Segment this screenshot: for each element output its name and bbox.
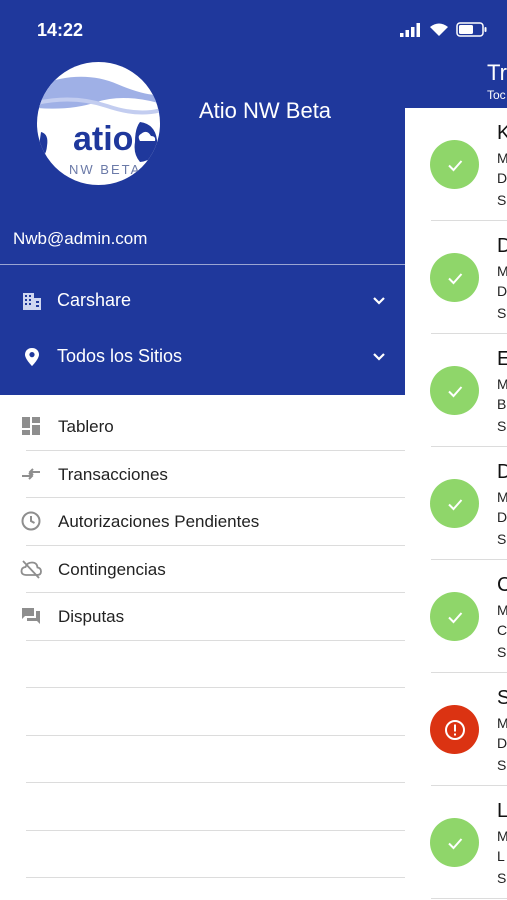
- transaction-row[interactable]: KMDS: [405, 108, 507, 221]
- drawer-header: 14:22 atio NW BETA Atio NW Beta Nwb@admi…: [0, 0, 405, 395]
- transaction-row[interactable]: DMDS: [405, 221, 507, 334]
- transaction-row[interactable]: LMLS: [405, 786, 507, 899]
- transaction-title: S: [497, 687, 507, 709]
- transaction-row[interactable]: DMDS: [405, 447, 507, 560]
- alert-status-icon: [430, 705, 479, 754]
- dashboard-icon: [20, 415, 42, 437]
- menu-item-label: Autorizaciones Pendientes: [58, 512, 260, 531]
- status-bar-icons: [400, 22, 488, 42]
- empty-row: [0, 831, 405, 879]
- transaction-line-2: D: [497, 509, 507, 525]
- signal-icon: [400, 22, 422, 42]
- transaction-row[interactable]: CMCS: [405, 560, 507, 673]
- chevron-down-icon: [372, 350, 386, 364]
- check-status-icon: [430, 366, 479, 415]
- transaction-line-3: S: [497, 531, 507, 547]
- transaction-line-3: S: [497, 192, 507, 208]
- transactions-list: KMDSDMDSEMBSDMDSCMCSSMDSLMLS: [405, 108, 507, 899]
- menu-item-autorizaciones-pendientes[interactable]: Autorizaciones Pendientes: [0, 498, 405, 546]
- menu-item-label: Disputas: [58, 607, 125, 626]
- menu-item-label: Contingencias: [58, 559, 166, 579]
- check-status-icon: [430, 479, 479, 528]
- menu-item-transacciones[interactable]: Transacciones: [0, 451, 405, 499]
- transaction-title: D: [497, 461, 507, 483]
- transaction-title: D: [497, 235, 507, 257]
- transaction-title: C: [497, 574, 507, 596]
- empty-row: [0, 736, 405, 784]
- empty-row: [0, 688, 405, 736]
- wifi-icon: [429, 22, 449, 42]
- menu-item-disputas[interactable]: Disputas: [0, 593, 405, 641]
- check-status-icon: [430, 592, 479, 641]
- transaction-line-2: D: [497, 283, 507, 299]
- transaction-line-3: S: [497, 305, 507, 321]
- transaction-line-2: B: [497, 396, 507, 412]
- transaction-line-1: M: [497, 263, 507, 279]
- transaction-line-1: M: [497, 715, 507, 731]
- transaction-line-1: M: [497, 489, 507, 505]
- site-selector-label: Todos los Sitios: [57, 346, 183, 366]
- company-selector-label: Carshare: [57, 290, 132, 310]
- transactions-title: Tr: [487, 60, 507, 85]
- transaction-line-2: D: [497, 170, 507, 186]
- transaction-line-2: C: [497, 622, 507, 638]
- location-pin-icon: [21, 346, 43, 368]
- empty-row: [0, 641, 405, 689]
- header-divider: [0, 264, 405, 265]
- check-status-icon: [430, 253, 479, 302]
- user-email: Nwb@admin.com: [13, 229, 148, 248]
- transaction-line-3: S: [497, 757, 507, 773]
- status-bar-time: 14:22: [37, 20, 84, 40]
- transaction-line-3: S: [497, 870, 507, 886]
- empty-row: [0, 783, 405, 831]
- menu-item-contingencias[interactable]: Contingencias: [0, 546, 405, 594]
- menu-item-label: Tablero: [58, 417, 114, 436]
- battery-icon: [456, 22, 488, 42]
- chat-icon: [20, 605, 42, 627]
- company-selector[interactable]: Carshare: [0, 278, 405, 324]
- app-name: Atio NW Beta: [199, 98, 332, 123]
- transactions-icon: [20, 463, 42, 485]
- building-icon: [21, 290, 43, 312]
- transaction-line-1: M: [497, 828, 507, 844]
- transaction-title: L: [497, 800, 507, 822]
- clock-icon: [20, 510, 42, 532]
- transaction-line-3: S: [497, 418, 507, 434]
- drawer-menu: Tablero Transacciones Autorizaciones Pen…: [0, 403, 405, 878]
- transaction-line-1: M: [497, 150, 507, 166]
- cloud-off-icon: [20, 558, 42, 580]
- transaction-title: K: [497, 122, 507, 144]
- transactions-subtitle: Toc: [487, 88, 506, 102]
- transaction-line-1: M: [497, 376, 507, 392]
- menu-item-tablero[interactable]: Tablero: [0, 403, 405, 451]
- app-logo: atio NW BETA: [37, 62, 160, 185]
- check-status-icon: [430, 818, 479, 867]
- menu-item-label: Transacciones: [58, 464, 168, 484]
- transaction-row[interactable]: SMDS: [405, 673, 507, 786]
- transaction-line-2: L: [497, 848, 505, 864]
- chevron-down-icon: [372, 294, 386, 308]
- check-status-icon: [430, 140, 479, 189]
- transaction-row[interactable]: EMBS: [405, 334, 507, 447]
- logo-subtext: NW BETA: [69, 162, 141, 177]
- transaction-line-3: S: [497, 644, 507, 660]
- transaction-line-2: D: [497, 735, 507, 751]
- transaction-title: E: [497, 348, 507, 370]
- transaction-line-1: M: [497, 602, 507, 618]
- logo-word: atio: [73, 120, 133, 158]
- navigation-drawer: 14:22 atio NW BETA Atio NW Beta Nwb@admi…: [0, 0, 405, 900]
- site-selector[interactable]: Todos los Sitios: [0, 334, 405, 380]
